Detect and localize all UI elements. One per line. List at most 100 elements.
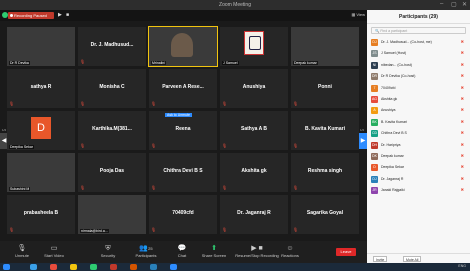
close-icon[interactable]: ✕ <box>462 1 467 8</box>
participant-tile[interactable]: prabasheela B 🎙 <box>7 195 75 234</box>
participant-tile[interactable]: Reshma singh 🎙 <box>291 153 359 192</box>
app2-icon[interactable] <box>130 264 137 270</box>
camera-off-icon: ▭ <box>50 245 58 252</box>
avatar: DR <box>371 73 378 81</box>
participant-list-item[interactable]: DJ Dr. J. Madhusud... (Co-host, me) ✖ <box>367 37 470 48</box>
word-icon[interactable] <box>150 264 157 270</box>
resume-record-icon[interactable]: ▶ <box>58 12 62 18</box>
zoom-icon[interactable] <box>170 264 177 270</box>
participant-name: Dr. J. Madhusud... <box>90 42 134 48</box>
participant-list-item[interactable]: 7 70409cfd ✖ <box>367 83 470 94</box>
explorer-icon[interactable] <box>30 264 37 270</box>
start-menu-icon[interactable] <box>3 264 10 270</box>
avatar: DK <box>371 152 378 160</box>
view-button[interactable]: ▦ View <box>352 12 366 17</box>
mic-muted-icon: 🎙 <box>151 185 157 190</box>
stop-record-icon[interactable]: ■ <box>66 12 69 18</box>
participant-list-name: Deepika Sekar <box>381 165 404 170</box>
next-page-button[interactable]: ▶ <box>359 133 367 149</box>
reactions-button[interactable]: ☺ Reactions <box>270 244 310 258</box>
maximize-icon[interactable]: ▢ <box>451 1 457 8</box>
mic-muted-icon[interactable]: ✖ <box>461 85 464 90</box>
participant-tile[interactable]: Dr. J. Madhusud... 🎙 <box>78 27 146 66</box>
participant-tile[interactable]: J Samuel <box>220 27 288 66</box>
participant-tile[interactable]: sathya R 🎙 <box>7 69 75 108</box>
participant-tile[interactable]: Monisha C 🎙 <box>78 69 146 108</box>
participant-tile[interactable]: B. Kavita Kumari 🎙 <box>291 111 359 150</box>
mic-muted-icon[interactable]: ✖ <box>461 73 464 78</box>
leave-button[interactable]: Leave <box>336 248 356 256</box>
participant-tile[interactable]: Anushiya 🎙 <box>220 69 288 108</box>
mic-muted-icon[interactable]: ✖ <box>461 164 464 169</box>
participant-tile[interactable]: Ponni 🎙 <box>291 69 359 108</box>
minimize-icon[interactable]: – <box>440 1 443 7</box>
participant-tile[interactable]: Dr. Jaganraj R 🎙 <box>220 195 288 234</box>
participant-tile[interactable]: Mrinalini <box>148 26 218 67</box>
mic-muted-icon[interactable]: ✖ <box>461 130 464 135</box>
ask-to-unmute-button[interactable]: Ask to Unmute <box>165 113 192 117</box>
mic-muted-icon: 🎙 <box>80 59 86 64</box>
participant-list-item[interactable]: BK B. Kavita Kumari ✖ <box>367 117 470 128</box>
avatar: JS <box>371 50 378 58</box>
meeting-toolbar: 🎙 Unmute ▭ Start Video ⛨ Security 👥25 Partic… <box>0 241 367 263</box>
mic-muted-icon[interactable]: ✖ <box>461 119 464 124</box>
mic-muted-icon[interactable]: ✖ <box>461 107 464 112</box>
participant-list-name: Dr R Devika (Co-host) <box>381 74 416 79</box>
meeting-topbar: Recording Paused ▶ ■ ▦ View <box>0 10 367 21</box>
participant-list-item[interactable]: AG Akshita gk ✖ <box>367 94 470 105</box>
participant-tile[interactable]: Parveen A Rese... 🎙 <box>149 69 217 108</box>
participant-tile[interactable]: Reena 🎙 Ask to Unmute <box>149 111 217 150</box>
participant-tile[interactable]: Sathya A B 🎙 <box>220 111 288 150</box>
participant-list-item[interactable]: JR Janaki Rajgaiki ✖ <box>367 185 470 196</box>
participant-list-item[interactable]: NI nibedan... (Co-host) ✖ <box>367 60 470 71</box>
participant-name: Parveen A Rese... <box>162 84 204 90</box>
mic-muted-icon: 🎙 <box>9 227 15 232</box>
share-screen-button[interactable]: ⬆ Share Screen <box>194 244 234 258</box>
participant-search-input[interactable]: 🔍 Find a participant <box>371 27 466 34</box>
participant-list-item[interactable]: CD Chithra Devi B S ✖ <box>367 128 470 139</box>
participant-list-item[interactable]: DK Deepak kumar ✖ <box>367 151 470 162</box>
participant-label: Mrinalini <box>151 61 167 65</box>
mute-all-button[interactable]: Mute All <box>403 256 422 262</box>
avatar: CD <box>371 130 378 138</box>
participant-tile[interactable]: Karthika.M(381... 🎙 <box>78 111 146 150</box>
participant-list-item[interactable]: JS J Samuel (Host) ✖ <box>367 48 470 59</box>
mic-muted-icon[interactable]: ✖ <box>461 153 464 158</box>
participant-tile[interactable]: Akshita gk 🎙 <box>220 153 288 192</box>
mic-muted-icon[interactable]: ✖ <box>461 176 464 181</box>
participant-tile[interactable]: 70409cfd 🎙 <box>149 195 217 234</box>
mic-muted-icon[interactable]: ✖ <box>461 50 464 55</box>
participant-tile[interactable]: Chithra Devi B S 🎙 <box>149 153 217 192</box>
mic-muted-icon[interactable]: ✖ <box>461 62 464 67</box>
media-icon[interactable] <box>110 264 117 270</box>
participant-name: Anushiya <box>242 84 266 90</box>
participant-tile[interactable]: Subashini M <box>7 153 75 192</box>
participant-tile[interactable]: Deepak kumar <box>291 27 359 66</box>
app-icon[interactable] <box>90 264 97 270</box>
participant-tile[interactable]: Pooja Das 🎙 <box>78 153 146 192</box>
mic-muted-icon[interactable]: ✖ <box>461 39 464 44</box>
security-button[interactable]: ⛨ Security <box>88 244 128 258</box>
participants-button[interactable]: 👥25 Participants <box>126 244 166 258</box>
participant-label: Deepak kumar <box>293 61 318 65</box>
participant-tile[interactable]: D Deepika Sekar <box>7 111 75 150</box>
start-video-button[interactable]: ▭ Start Video <box>34 244 74 258</box>
folder-icon[interactable] <box>70 264 77 270</box>
mic-muted-icon: 🎙 <box>80 143 86 148</box>
participant-list-item[interactable]: DR Dr R Devika (Co-host) ✖ <box>367 71 470 82</box>
chrome-icon[interactable] <box>50 264 57 270</box>
participant-list-item[interactable]: DJ Dr. Jaganraj R ✖ <box>367 174 470 185</box>
participant-list-item[interactable]: D Deepika Sekar ✖ <box>367 162 470 173</box>
mic-muted-icon[interactable]: ✖ <box>461 142 464 147</box>
avatar: D <box>31 117 51 139</box>
participant-tile[interactable]: Sagarika Goyal 🎙 <box>291 195 359 234</box>
mic-muted-icon[interactable]: ✖ <box>461 187 464 192</box>
participant-tile[interactable]: Dr R Devika <box>7 27 75 66</box>
participant-tile[interactable]: nirmala@bird.a... <box>78 195 146 234</box>
mic-muted-icon[interactable]: ✖ <box>461 96 464 101</box>
participant-list-item[interactable]: DH Dr. Haripriya ✖ <box>367 140 470 151</box>
participant-list-item[interactable]: A Anushiya ✖ <box>367 105 470 116</box>
mic-muted-icon: 🎙 <box>293 227 299 232</box>
invite-button[interactable]: Invite <box>373 256 388 262</box>
participant-name: Pooja Das <box>99 168 125 174</box>
